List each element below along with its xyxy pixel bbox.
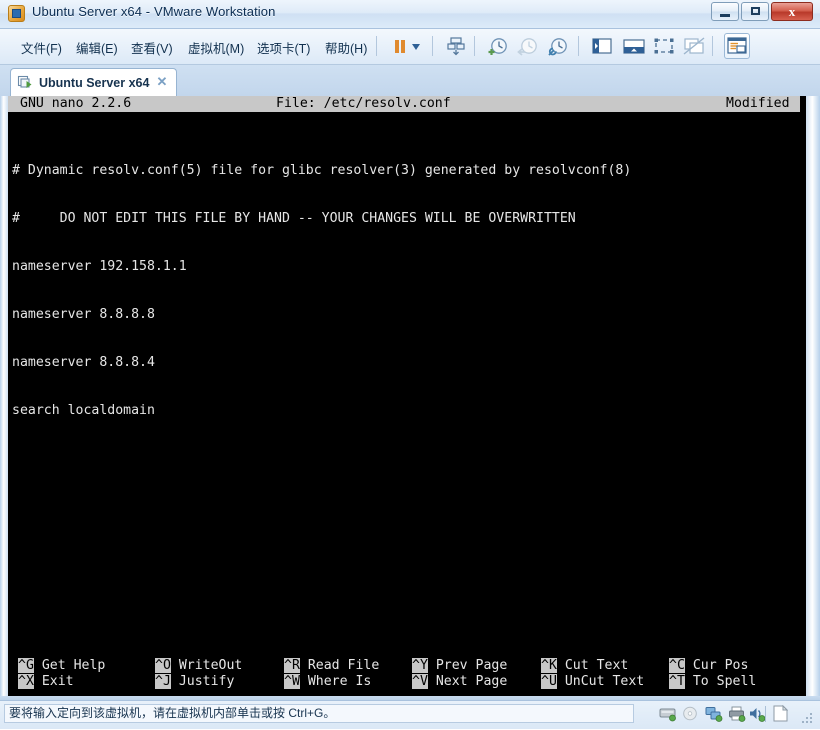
shortcut-label: Justify <box>170 674 235 689</box>
shortcut-label: Prev Page <box>427 658 508 673</box>
nano-filename: File: /etc/resolv.conf <box>276 96 451 111</box>
vmware-workstation-window: Ubuntu Server x64 - VMware Workstation x… <box>0 0 820 729</box>
shortcut-label: To Spell <box>684 674 757 689</box>
shortcut-label: Read File <box>299 658 380 673</box>
vmware-logo-icon <box>8 5 25 22</box>
text-line: # Dynamic resolv.conf(5) file for glibc … <box>12 163 632 178</box>
menu-toolbar: 文件(F) 编辑(E) 查看(V) 虚拟机(M) 选项卡(T) 帮助(H) <box>0 29 820 65</box>
text-line: search localdomain <box>12 403 155 418</box>
network-adapter-icon[interactable] <box>705 706 723 722</box>
nano-shortcut-bar: ^G Get Help ^O WriteOut ^R Read File ^Y Pre… <box>12 658 802 690</box>
nano-shortcut[interactable]: ^V Next Page <box>412 674 507 690</box>
shortcut-key: ^J <box>155 674 171 689</box>
nano-version: GNU nano 2.2.6 <box>20 96 132 111</box>
take-snapshot-button[interactable] <box>486 35 510 57</box>
shortcut-key: ^C <box>669 658 685 673</box>
menu-vm[interactable]: 虚拟机(M) <box>185 37 247 58</box>
nano-shortcut[interactable]: ^O WriteOut <box>155 658 242 674</box>
revert-snapshot-button[interactable] <box>516 35 540 57</box>
maximize-button[interactable] <box>741 2 769 21</box>
nano-modified-status: Modified <box>726 96 790 111</box>
shortcut-label: Where Is <box>299 674 372 689</box>
window-frame-right <box>806 96 820 700</box>
tab-close-icon[interactable]: ✕ <box>155 75 168 89</box>
status-message: 要将输入定向到该虚拟机，请在虚拟机内部单击或按 Ctrl+G。 <box>4 704 634 723</box>
printer-icon[interactable] <box>728 706 746 722</box>
toolbar-separator <box>712 36 713 56</box>
nano-shortcut[interactable]: ^X Exit <box>18 674 74 690</box>
toolbar-separator <box>578 36 579 56</box>
vm-console-screen[interactable]: GNU nano 2.2.6 File: /etc/resolv.conf Mo… <box>8 96 806 696</box>
show-library-button[interactable] <box>590 35 614 57</box>
shortcut-label: Cut Text <box>556 658 629 673</box>
shortcut-label: Next Page <box>427 674 508 689</box>
window-title: Ubuntu Server x64 - VMware Workstation <box>32 4 276 19</box>
hard-disk-icon[interactable] <box>659 706 677 722</box>
tab-label: Ubuntu Server x64 <box>39 75 150 90</box>
nano-shortcut[interactable]: ^Y Prev Page <box>412 658 507 674</box>
nano-shortcut[interactable]: ^R Read File <box>284 658 379 674</box>
menu-edit[interactable]: 编辑(E) <box>73 37 121 58</box>
shortcut-key: ^W <box>284 674 300 689</box>
toolbar-separator <box>474 36 475 56</box>
status-bar: 要将输入定向到该虚拟机，请在虚拟机内部单击或按 Ctrl+G。 <box>0 700 820 729</box>
toolbar-separator <box>432 36 433 56</box>
tab-ubuntu-server-x64[interactable]: Ubuntu Server x64 ✕ <box>10 68 178 96</box>
title-bar: Ubuntu Server x64 - VMware Workstation x <box>0 0 820 29</box>
menu-help[interactable]: 帮助(H) <box>322 37 370 58</box>
nano-shortcut[interactable]: ^T To Spell <box>669 674 756 690</box>
shortcut-label: Exit <box>33 674 74 689</box>
shortcut-label: Cur Pos <box>684 658 749 673</box>
document-icon[interactable] <box>773 704 789 722</box>
shortcut-key: ^G <box>18 658 34 673</box>
power-dropdown-button[interactable] <box>408 35 424 57</box>
tab-strip: Ubuntu Server x64 ✕ <box>0 65 820 96</box>
unity-mode-button[interactable] <box>682 35 706 57</box>
shortcut-key: ^U <box>541 674 557 689</box>
menu-file[interactable]: 文件(F) <box>18 37 65 58</box>
manage-snapshots-button[interactable] <box>546 35 570 57</box>
text-line: nameserver 8.8.8.8 <box>12 307 155 322</box>
nano-text-area[interactable]: # Dynamic resolv.conf(5) file for glibc … <box>12 131 802 451</box>
status-separator <box>765 706 766 722</box>
menu-view[interactable]: 查看(V) <box>128 37 176 58</box>
toolbar-separator <box>376 36 377 56</box>
resize-grip[interactable] <box>800 711 814 725</box>
shortcut-key: ^R <box>284 658 300 673</box>
window-frame-left <box>0 96 8 700</box>
text-line: nameserver 192.158.1.1 <box>12 259 187 274</box>
close-icon: x <box>788 4 796 19</box>
console-view-button[interactable] <box>724 33 750 59</box>
shortcut-label: UnCut Text <box>556 674 645 689</box>
snapshot-button[interactable] <box>444 35 468 57</box>
nano-title-bar: GNU nano 2.2.6 File: /etc/resolv.conf Mo… <box>8 96 800 112</box>
fullscreen-button[interactable] <box>652 35 676 57</box>
nano-shortcut[interactable]: ^U UnCut Text <box>541 674 644 690</box>
shortcut-key: ^T <box>669 674 685 689</box>
nano-shortcut[interactable]: ^G Get Help <box>18 658 105 674</box>
shortcut-key: ^X <box>18 674 34 689</box>
nano-shortcut[interactable]: ^C Cur Pos <box>669 658 748 674</box>
shortcut-key: ^O <box>155 658 171 673</box>
minimize-button[interactable] <box>711 2 739 21</box>
nano-shortcut[interactable]: ^K Cut Text <box>541 658 628 674</box>
show-thumbnail-bar-button[interactable] <box>622 35 646 57</box>
nano-shortcut[interactable]: ^W Where Is <box>284 674 371 690</box>
shortcut-label: Get Help <box>33 658 106 673</box>
shortcut-key: ^Y <box>412 658 428 673</box>
shortcut-label: WriteOut <box>170 658 243 673</box>
text-line: nameserver 8.8.8.4 <box>12 355 155 370</box>
menu-tabs[interactable]: 选项卡(T) <box>254 37 313 58</box>
sound-card-icon[interactable] <box>748 706 766 722</box>
close-button[interactable]: x <box>771 2 813 21</box>
cd-dvd-icon[interactable] <box>682 706 700 722</box>
text-line: # DO NOT EDIT THIS FILE BY HAND -- YOUR … <box>12 211 576 226</box>
nano-shortcut[interactable]: ^J Justify <box>155 674 234 690</box>
shortcut-key: ^V <box>412 674 428 689</box>
shortcut-key: ^K <box>541 658 557 673</box>
vm-powered-on-icon <box>17 75 33 91</box>
